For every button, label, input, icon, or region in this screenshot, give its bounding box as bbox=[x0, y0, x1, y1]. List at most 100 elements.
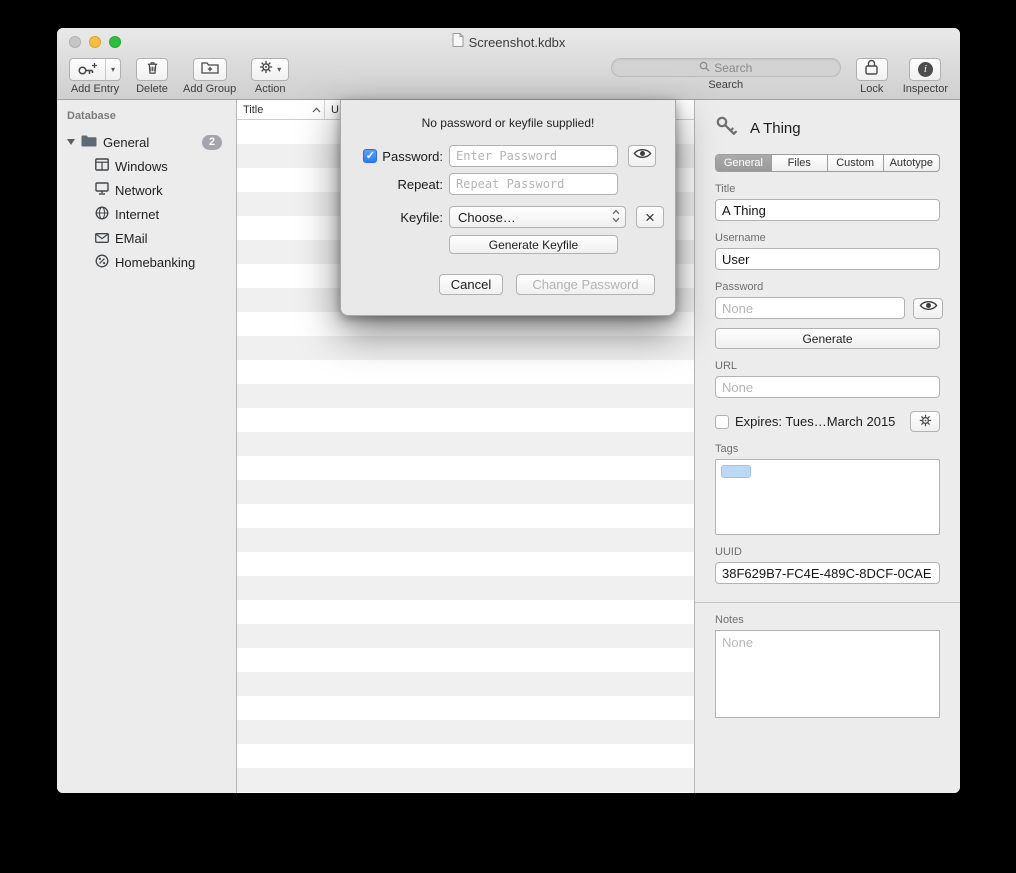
sidebar-item-label: Internet bbox=[115, 207, 159, 222]
sort-ascending-icon bbox=[312, 104, 321, 116]
action-button[interactable]: ▾ bbox=[251, 58, 289, 81]
window-title: Screenshot.kdbx bbox=[469, 35, 566, 50]
search-placeholder: Search bbox=[714, 61, 752, 75]
popup-stepper-icon bbox=[612, 209, 620, 226]
lock-button[interactable] bbox=[856, 58, 888, 81]
group-count-badge: 2 bbox=[202, 135, 222, 150]
eye-icon bbox=[633, 147, 652, 165]
delete-button[interactable] bbox=[136, 58, 168, 81]
notes-group: Notes None bbox=[715, 614, 940, 718]
repeat-password-input[interactable] bbox=[449, 173, 618, 195]
folder-plus-icon bbox=[201, 60, 219, 79]
reveal-password-button[interactable] bbox=[913, 298, 943, 319]
add-entry-button[interactable]: ▾ bbox=[69, 58, 121, 81]
notes-placeholder: None bbox=[722, 635, 753, 650]
inspector-header: A Thing bbox=[695, 100, 960, 152]
expires-checkbox[interactable] bbox=[715, 415, 729, 429]
tab-files[interactable]: Files bbox=[772, 155, 828, 171]
password-field-group: Password bbox=[715, 281, 940, 319]
add-group-button[interactable] bbox=[193, 58, 227, 81]
delete-label: Delete bbox=[136, 83, 168, 95]
change-password-button[interactable]: Change Password bbox=[516, 274, 655, 295]
reveal-password-button[interactable] bbox=[628, 145, 656, 167]
window-content: Database General 2 Windows bbox=[57, 100, 960, 793]
tab-general[interactable]: General bbox=[716, 155, 772, 171]
tab-autotype[interactable]: Autotype bbox=[884, 155, 939, 171]
sidebar-item-email[interactable]: EMail bbox=[57, 226, 236, 250]
sidebar-item-label: Homebanking bbox=[115, 255, 195, 270]
titlebar[interactable]: Screenshot.kdbx bbox=[57, 28, 960, 56]
eye-icon bbox=[919, 299, 938, 317]
title-field-group: Title bbox=[715, 183, 940, 221]
url-field[interactable] bbox=[715, 376, 940, 398]
key-plus-icon bbox=[70, 59, 105, 80]
inspector-button[interactable]: i bbox=[909, 58, 941, 81]
tag-chip[interactable] bbox=[721, 465, 751, 478]
lock-toolbar-item: Lock bbox=[856, 58, 888, 95]
password-label: Password: bbox=[382, 149, 443, 164]
envelope-icon bbox=[95, 231, 109, 246]
column-title-label: Title bbox=[243, 104, 263, 116]
title-area: Screenshot.kdbx bbox=[57, 28, 960, 56]
column-header-title[interactable]: Title bbox=[237, 100, 324, 119]
action-toolbar-item: ▾ Action bbox=[251, 58, 289, 95]
sidebar-item-network[interactable]: Network bbox=[57, 178, 236, 202]
username-field[interactable] bbox=[715, 248, 940, 270]
url-field-label: URL bbox=[715, 360, 940, 372]
generate-keyfile-button[interactable]: Generate Keyfile bbox=[449, 235, 618, 254]
enter-password-input[interactable] bbox=[449, 145, 618, 167]
inspector-panel: A Thing General Files Custom Autotype Ti… bbox=[695, 100, 960, 793]
sidebar-item-homebanking[interactable]: Homebanking bbox=[57, 250, 236, 274]
inspector-label: Inspector bbox=[903, 83, 948, 95]
sidebar-item-label: EMail bbox=[115, 231, 148, 246]
percent-coin-icon bbox=[95, 254, 109, 271]
generate-password-button[interactable]: Generate bbox=[715, 328, 940, 349]
add-group-toolbar-item: Add Group bbox=[183, 58, 236, 95]
tags-box[interactable] bbox=[715, 459, 940, 535]
uuid-label: UUID bbox=[715, 546, 940, 558]
sidebar-group-general[interactable]: General 2 bbox=[57, 130, 236, 154]
password-row: ✓ Password: bbox=[341, 145, 675, 167]
add-entry-toolbar-item: ▾ Add Entry bbox=[69, 58, 121, 95]
keyfile-label: Keyfile: bbox=[400, 210, 443, 225]
username-field-group: Username bbox=[715, 232, 940, 270]
change-password-sheet: No password or keyfile supplied! ✓ Passw… bbox=[340, 100, 676, 316]
uuid-field[interactable] bbox=[715, 562, 940, 584]
disclosure-triangle-icon[interactable] bbox=[67, 139, 75, 145]
globe-icon bbox=[95, 206, 109, 223]
expires-settings-button[interactable] bbox=[910, 411, 940, 432]
title-field[interactable] bbox=[715, 199, 940, 221]
add-group-label: Add Group bbox=[183, 83, 236, 95]
sidebar-item-label: Windows bbox=[115, 159, 168, 174]
sidebar-item-windows[interactable]: Windows bbox=[57, 154, 236, 178]
expires-row: Expires: Tues…March 2015 bbox=[715, 411, 940, 432]
password-checkbox[interactable]: ✓ bbox=[363, 149, 377, 163]
column-header-username[interactable]: U bbox=[325, 100, 339, 119]
monitor-icon bbox=[95, 182, 109, 198]
keyfile-value: Choose… bbox=[458, 210, 516, 225]
password-field-label: Password bbox=[715, 281, 940, 293]
clear-keyfile-button[interactable]: × bbox=[636, 206, 664, 228]
keyfile-popup-button[interactable]: Choose… bbox=[449, 206, 626, 228]
inspector-toolbar-item: i Inspector bbox=[903, 58, 948, 95]
username-field-label: Username bbox=[715, 232, 940, 244]
search-input[interactable]: Search bbox=[611, 58, 841, 77]
add-entry-label: Add Entry bbox=[71, 83, 119, 95]
column-username-label: U bbox=[331, 104, 339, 116]
document-proxy-icon bbox=[452, 33, 464, 52]
trash-icon bbox=[145, 60, 160, 80]
repeat-row: Repeat: bbox=[341, 173, 675, 195]
sidebar-item-internet[interactable]: Internet bbox=[57, 202, 236, 226]
password-field[interactable] bbox=[715, 297, 905, 319]
windows-icon bbox=[95, 158, 109, 174]
key-icon bbox=[715, 115, 737, 142]
tab-custom[interactable]: Custom bbox=[828, 155, 884, 171]
add-entry-menu-arrow-icon[interactable]: ▾ bbox=[105, 59, 120, 80]
title-field-label: Title bbox=[715, 183, 940, 195]
cancel-button[interactable]: Cancel bbox=[439, 274, 503, 295]
inspector-divider bbox=[695, 602, 960, 603]
sheet-buttons: Cancel Change Password bbox=[341, 274, 675, 295]
search-label: Search bbox=[708, 79, 743, 91]
lock-icon bbox=[865, 59, 878, 80]
notes-textarea[interactable]: None bbox=[715, 630, 940, 718]
